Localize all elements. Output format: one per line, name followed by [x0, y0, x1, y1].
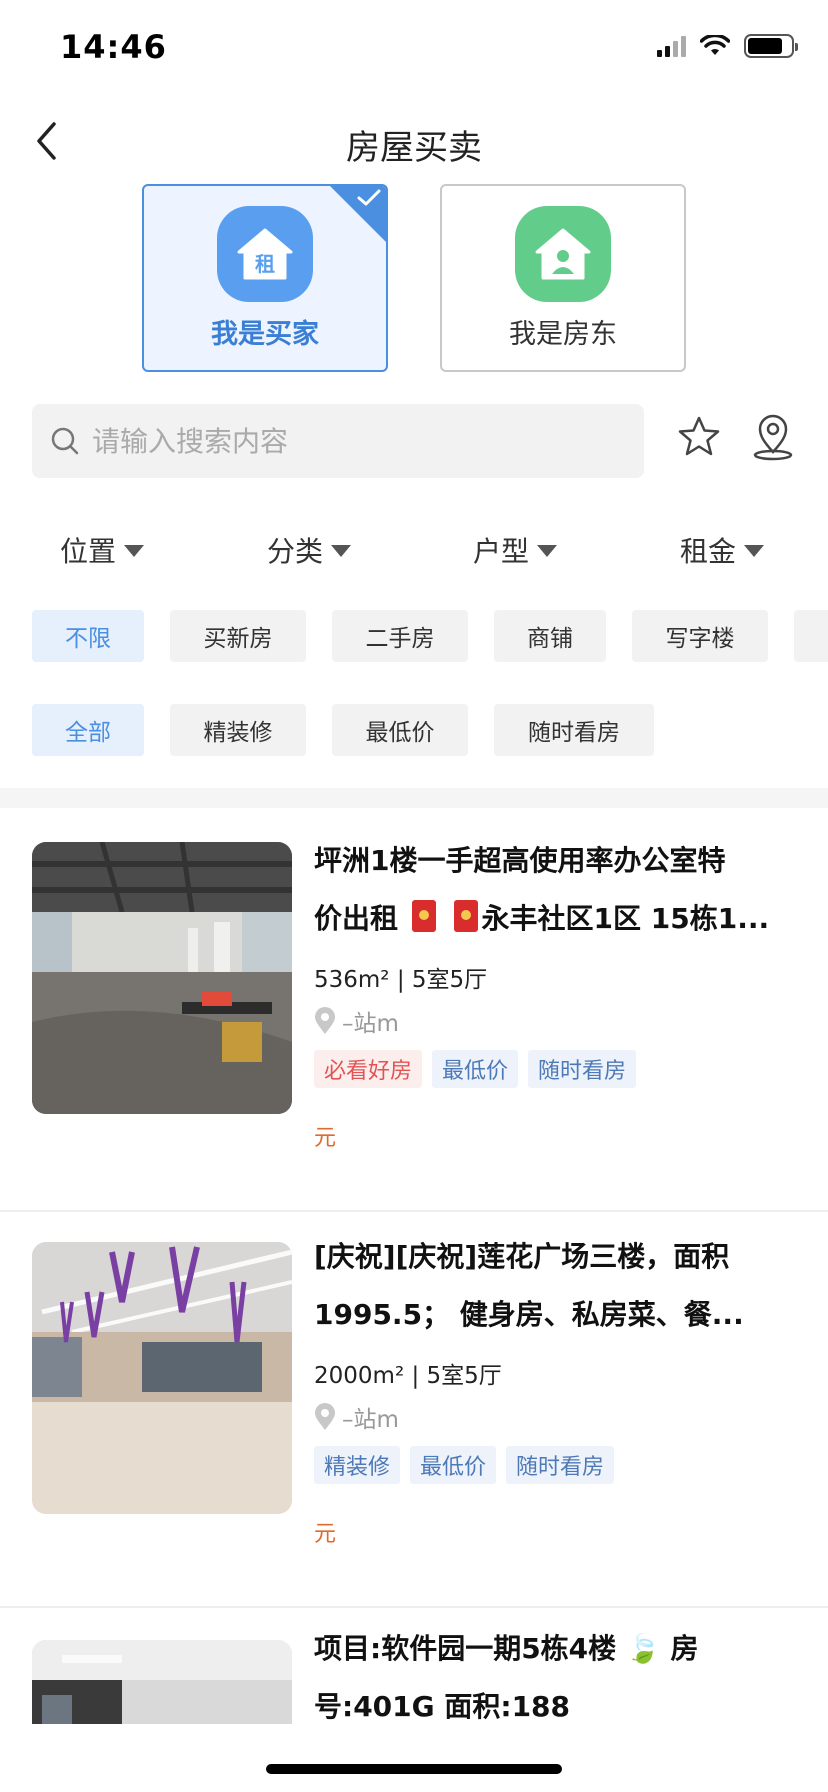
tag-anytime-viewing: 随时看房 — [528, 1050, 637, 1088]
listing-card[interactable]: 坪洲1楼一手超高使用率办公室特 价出租 永丰社区1区 15栋1... 536m²… — [0, 808, 828, 1212]
location-pin-icon — [315, 1403, 335, 1430]
status-bar: 14:46 — [0, 0, 828, 100]
chip-overflow[interactable] — [794, 610, 828, 662]
location-pin-icon — [315, 1007, 335, 1034]
chip-unlimited[interactable]: 不限 — [32, 610, 144, 662]
map-pin-icon[interactable] — [750, 412, 796, 462]
listing-title: 项目:软件园一期5栋4楼 🍃 房 号:401G 面积:188 — [314, 1632, 699, 1723]
listing-area: 2000m² | 5室5厅 — [314, 1363, 502, 1389]
owner-house-icon — [515, 206, 611, 302]
listing-distance: –站m — [314, 1400, 399, 1434]
listing-area: 536m² | 5室5厅 — [314, 967, 488, 993]
category-chips: 不限 买新房 二手房 商铺 写字楼 — [0, 610, 828, 662]
tag-lowest-price: 最低价 — [410, 1446, 497, 1484]
nav-bar: 房屋买卖 — [0, 100, 828, 182]
buyer-role-card[interactable]: 租 我是买家 — [142, 184, 388, 372]
listing-title: [庆祝][庆祝]莲花广场三楼，面积 1995.5； 健身房、私房菜、餐... — [314, 1240, 744, 1331]
filter-bar: 位置 分类 户型 租金 — [0, 530, 828, 580]
chip-fine-decoration[interactable]: 精装修 — [170, 704, 306, 756]
search-bar[interactable] — [32, 404, 644, 478]
filter-location[interactable]: 位置 — [60, 530, 145, 570]
listing-photo — [32, 1640, 292, 1724]
status-time: 14:46 — [60, 28, 167, 66]
status-icons — [657, 34, 798, 58]
home-indicator[interactable] — [266, 1764, 562, 1774]
house-icon-glyph: 租 — [255, 252, 275, 276]
listing-price: 元 — [314, 1126, 337, 1151]
listing-photo — [32, 842, 292, 1114]
chip-all[interactable]: 全部 — [32, 704, 144, 756]
chip-second-hand[interactable]: 二手房 — [332, 610, 468, 662]
caret-down-icon — [537, 545, 558, 557]
rent-house-icon: 租 — [217, 206, 313, 302]
listing-tags: 精装修 最低价 随时看房 — [314, 1446, 615, 1484]
red-envelope-icon — [411, 900, 436, 932]
search-icon — [51, 427, 79, 455]
listing-title: 坪洲1楼一手超高使用率办公室特 价出租 永丰社区1区 15栋1... — [314, 844, 770, 935]
listing-photo — [32, 1242, 292, 1514]
listing-distance: –站m — [314, 1004, 399, 1038]
caret-down-icon — [744, 545, 765, 557]
owner-role-card[interactable]: 我是房东 — [440, 184, 686, 372]
chip-anytime-viewing[interactable]: 随时看房 — [494, 704, 654, 756]
chip-shop[interactable]: 商铺 — [494, 610, 606, 662]
listing-tags: 必看好房 最低价 随时看房 — [314, 1050, 637, 1088]
feature-chips: 全部 精装修 最低价 随时看房 — [0, 704, 828, 756]
signal-icon — [657, 35, 686, 57]
chip-office[interactable]: 写字楼 — [632, 610, 768, 662]
caret-down-icon — [331, 545, 352, 557]
chip-lowest-price[interactable]: 最低价 — [332, 704, 468, 756]
star-icon[interactable] — [676, 414, 722, 460]
wifi-icon — [700, 35, 730, 55]
chip-new-house[interactable]: 买新房 — [170, 610, 306, 662]
battery-icon — [744, 34, 798, 58]
check-icon — [357, 189, 381, 206]
filter-rent[interactable]: 租金 — [680, 530, 765, 570]
tag-lowest-price: 最低价 — [432, 1050, 519, 1088]
tag-must-see: 必看好房 — [314, 1050, 423, 1088]
listing-card[interactable]: [庆祝][庆祝]莲花广场三楼，面积 1995.5； 健身房、私房菜、餐... 2… — [0, 1212, 828, 1608]
listing-price: 元 — [314, 1522, 337, 1547]
filter-layout[interactable]: 户型 — [473, 530, 558, 570]
tag-anytime-viewing: 随时看房 — [506, 1446, 615, 1484]
filter-category[interactable]: 分类 — [267, 530, 352, 570]
section-divider — [0, 788, 828, 808]
caret-down-icon — [124, 545, 145, 557]
buyer-label: 我是买家 — [211, 319, 319, 350]
search-input[interactable] — [92, 424, 612, 458]
listing-card[interactable]: 项目:软件园一期5栋4楼 🍃 房 号:401G 面积:188 — [0, 1608, 828, 1724]
page-title: 房屋买卖 — [346, 128, 482, 168]
red-envelope-icon — [453, 900, 478, 932]
owner-label: 我是房东 — [509, 319, 617, 350]
tag-fine-decoration: 精装修 — [314, 1446, 401, 1484]
